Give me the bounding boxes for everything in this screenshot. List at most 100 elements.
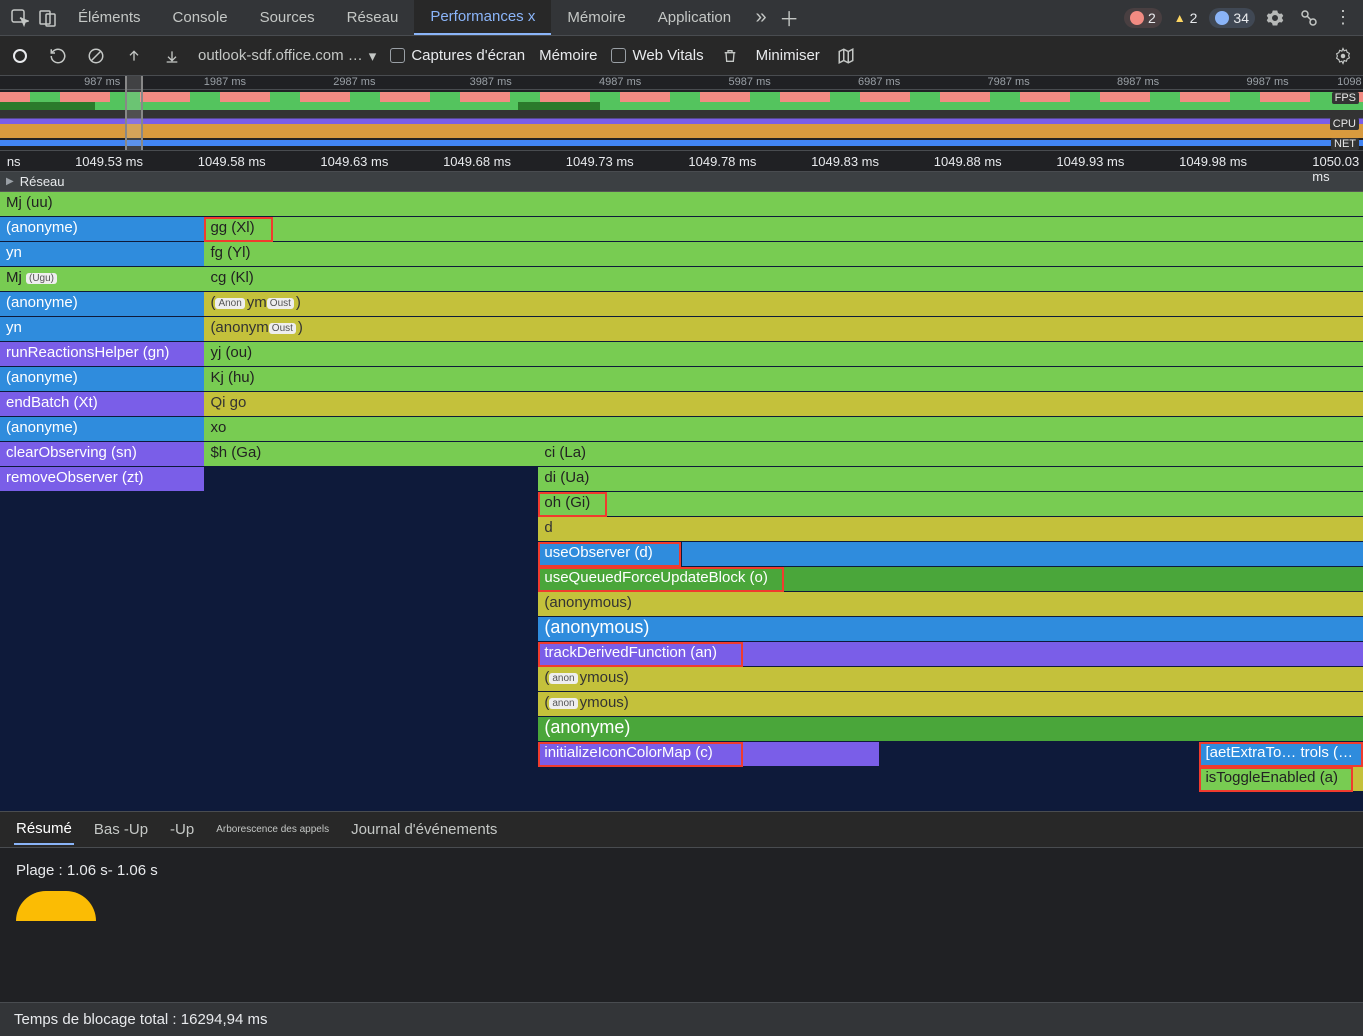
cpu-track: CPU <box>0 110 1363 140</box>
frame-bar[interactable]: yj (ou) <box>204 342 1363 367</box>
frame-bar[interactable]: Mj (Ugu) <box>0 267 204 292</box>
map-icon[interactable] <box>834 44 858 68</box>
device-toggle-icon[interactable] <box>34 4 62 32</box>
screenshots-checkbox[interactable]: Captures d'écran <box>390 47 525 64</box>
collapse-label[interactable]: Minimiser <box>756 47 820 64</box>
frame-bar[interactable]: (anonymOust) <box>204 317 1363 342</box>
tab-calltree[interactable]: Arborescence des appels <box>214 818 331 841</box>
frame-bar[interactable]: Mj (uu) <box>0 192 1363 217</box>
frame-bar[interactable]: useQueuedForceUpdateBlock (o) <box>538 567 783 592</box>
frame-bar[interactable]: (anonyme) <box>538 717 1363 742</box>
frame-bar[interactable]: useObserver (d) <box>538 542 681 567</box>
tab-sources[interactable]: Sources <box>244 0 331 35</box>
trash-icon[interactable] <box>718 44 742 68</box>
frame-bar[interactable] <box>743 642 1363 667</box>
warning-badge[interactable]: 2 <box>1168 8 1204 28</box>
frame-bar[interactable]: runReactionsHelper (gn) <box>0 342 204 367</box>
frame-bar[interactable]: xo <box>204 417 1363 442</box>
flame-ruler[interactable]: ns 1049.53 ms 1049.58 ms 1049.63 ms 1049… <box>0 150 1363 172</box>
summary-donut <box>16 891 96 921</box>
network-section-header[interactable]: Réseau <box>0 172 1363 192</box>
frame-bar[interactable]: (anonymous) <box>538 667 1363 692</box>
frame-bar[interactable]: (anonyme) <box>0 367 204 392</box>
frame-bar[interactable]: oh (Gi) <box>538 492 606 517</box>
frame-bar[interactable]: Kj (hu) <box>204 367 1363 392</box>
frame-bar[interactable]: gg (Xl) <box>204 217 272 242</box>
frame-bar[interactable]: yn <box>0 242 204 267</box>
frame-bar[interactable] <box>682 542 1363 567</box>
frame-bar[interactable]: trackDerivedFunction (an) <box>538 642 742 667</box>
tab-application[interactable]: Application <box>642 0 747 35</box>
frame-bar[interactable]: [aetExtraTo… trols (co)] <box>1199 742 1363 767</box>
details-tabbar: Résumé Bas -Up -Up Arborescence des appe… <box>0 812 1363 848</box>
frame-bar[interactable]: di (Ua) <box>538 467 1363 492</box>
recording-url: outlook-sdf.office.com … <box>198 47 363 64</box>
kebab-menu-icon[interactable]: ⋮ <box>1329 4 1357 32</box>
blocking-time-footer: Temps de blocage total : 16294,94 ms <box>0 1002 1363 1036</box>
tab-summary[interactable]: Résumé <box>14 814 74 845</box>
tab-console[interactable]: Console <box>157 0 244 35</box>
frame-bar[interactable]: endBatch (Xt) <box>0 392 204 417</box>
recording-select[interactable]: outlook-sdf.office.com … ▾ <box>198 47 376 65</box>
tab-performance[interactable]: Performances x <box>414 0 551 35</box>
frame-bar[interactable]: isToggleEnabled (a) <box>1199 767 1353 792</box>
frame-bar[interactable] <box>273 217 1363 242</box>
flamechart[interactable]: Mj (uu) (anonyme) gg (Xl) yn fg (Yl) Mj … <box>0 192 1363 812</box>
frame-bar[interactable] <box>784 567 1363 592</box>
settings-gear-icon[interactable] <box>1261 4 1289 32</box>
frame-bar[interactable]: yn <box>0 317 204 342</box>
reload-record-icon[interactable] <box>46 44 70 68</box>
download-icon[interactable] <box>160 44 184 68</box>
webvitals-checkbox[interactable]: Web Vitals <box>611 47 703 64</box>
memory-label[interactable]: Mémoire <box>539 47 597 64</box>
frame-bar[interactable]: (anonymous) <box>538 592 1363 617</box>
frame-bar[interactable]: (AnonymOust) <box>204 292 1363 317</box>
frame-bar[interactable]: (anonyme) <box>0 292 204 317</box>
devtools-topbar: Éléments Console Sources Réseau Performa… <box>0 0 1363 36</box>
frame-bar[interactable]: initializeIconColorMap (c) <box>538 742 742 767</box>
tab-memory[interactable]: Mémoire <box>551 0 641 35</box>
inspect-element-icon[interactable] <box>6 4 34 32</box>
summary-range: Plage : 1.06 s- 1.06 s <box>16 862 1347 879</box>
checkbox-icon <box>611 48 626 63</box>
chevron-down-icon: ▾ <box>369 47 377 65</box>
frame-bar[interactable]: cg (Kl) <box>204 267 1363 292</box>
frame-bar[interactable] <box>743 742 879 767</box>
clear-icon[interactable] <box>84 44 108 68</box>
add-tab-icon[interactable]: ＋ <box>775 4 803 32</box>
frame-bar[interactable]: (anonymous) <box>538 617 1363 642</box>
panel-tabs: Éléments Console Sources Réseau Performa… <box>62 0 747 35</box>
upload-icon[interactable] <box>122 44 146 68</box>
tab-eventlog[interactable]: Journal d'événements <box>349 815 499 844</box>
record-button[interactable] <box>8 44 32 68</box>
frame-bar[interactable]: clearObserving (sn) <box>0 442 204 467</box>
frame-bar[interactable]: (anonymous) <box>538 692 1363 717</box>
frame-bar[interactable] <box>607 492 1363 517</box>
frame-bar[interactable]: fg (Yl) <box>204 242 1363 267</box>
overview-pane[interactable]: 987 ms 1987 ms 2987 ms 3987 ms 4987 ms 5… <box>0 76 1363 150</box>
net-track: NET <box>0 140 1363 150</box>
panel-settings-gear-icon[interactable] <box>1331 44 1355 68</box>
info-badge[interactable]: 34 <box>1209 8 1255 28</box>
tab-elements[interactable]: Éléments <box>62 0 157 35</box>
fps-track: FPS <box>0 92 1363 110</box>
tab-bottomup[interactable]: Bas -Up <box>92 815 150 844</box>
frame-bar[interactable]: ci (La) <box>538 442 1363 467</box>
dock-icon[interactable] <box>1295 4 1323 32</box>
checkbox-icon <box>390 48 405 63</box>
more-tabs-icon[interactable]: » <box>747 4 775 32</box>
overview-ruler: 987 ms 1987 ms 2987 ms 3987 ms 4987 ms 5… <box>0 76 1363 90</box>
frame-bar[interactable]: (anonyme) <box>0 217 204 242</box>
perf-toolbar: outlook-sdf.office.com … ▾ Captures d'éc… <box>0 36 1363 76</box>
error-badge[interactable]: 2 <box>1124 8 1162 28</box>
tab-bottomup-2[interactable]: -Up <box>168 815 196 844</box>
summary-pane: Plage : 1.06 s- 1.06 s <box>0 848 1363 935</box>
frame-bar[interactable]: d <box>538 517 1363 542</box>
overview-cursor[interactable] <box>125 76 143 150</box>
frame-bar[interactable]: $h (Ga) <box>204 442 538 467</box>
frame-bar[interactable]: (anonyme) <box>0 417 204 442</box>
tab-network[interactable]: Réseau <box>331 0 415 35</box>
frame-bar[interactable]: removeObserver (zt) <box>0 467 204 492</box>
frame-bar[interactable]: Qi go <box>204 392 1363 417</box>
frame-bar[interactable] <box>1353 767 1363 792</box>
